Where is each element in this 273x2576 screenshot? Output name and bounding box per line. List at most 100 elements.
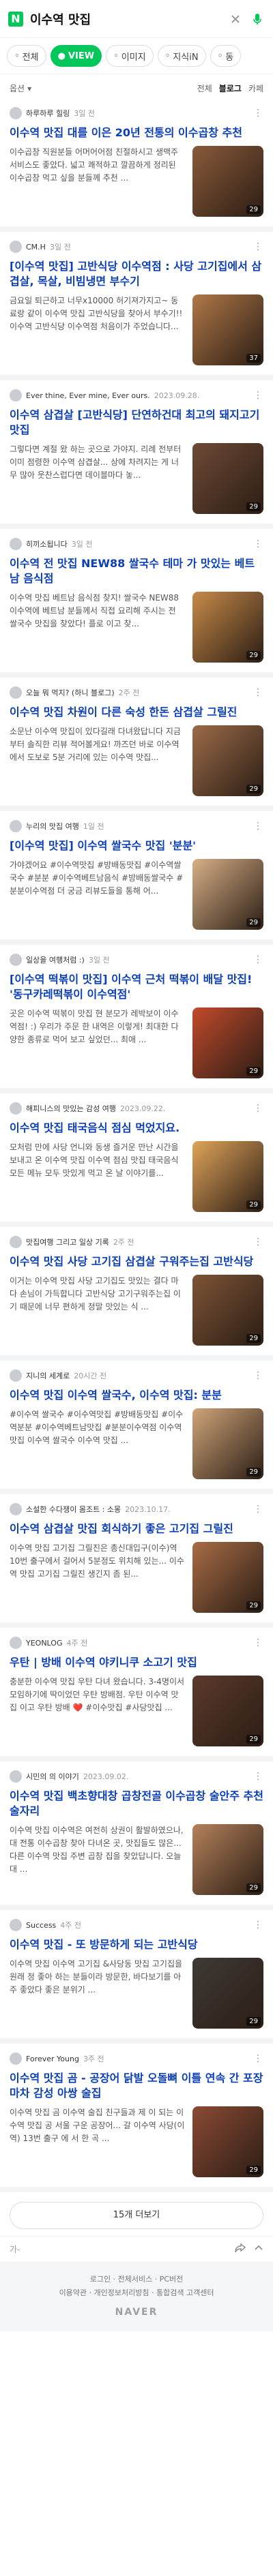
post-title[interactable]: 우탄 | 방배 이수역 야키니쿠 소고기 맛집 [10, 1655, 263, 1670]
search-query[interactable]: 이수역 맛집 [30, 10, 221, 28]
more-options-icon[interactable]: ⋮ [253, 539, 263, 549]
post-snippet[interactable]: 이수곱창 직원분들 어머어어점 친절하시고 생맥주 서비스도 좋았다. 넓고 쾌… [10, 146, 186, 211]
post-title[interactable]: [이수역 맛집] 이수역 쌀국수 맛집 '분분' [10, 838, 263, 853]
author-name[interactable]: Ever thine, Ever mine, Ever ours. [26, 391, 150, 400]
tab-3[interactable]: ◦ 지식iN [157, 45, 206, 67]
close-icon[interactable] [228, 12, 243, 27]
post-snippet[interactable]: 그렇다면 계절 왔 하는 곳으로 가야지. 리례 전부터 이미 점령한 이수역 … [10, 443, 186, 508]
post-thumbnail[interactable]: 29 [192, 146, 263, 217]
post-snippet[interactable]: 이수역 맛집 고기집 그릴진은 총신대입구(이수)역 10번 출구에서 걸어서 … [10, 1542, 186, 1607]
author-name[interactable]: 누리의 맛집 여행 [26, 821, 79, 832]
post-thumbnail[interactable]: 29 [192, 2106, 263, 2177]
more-options-icon[interactable]: ⋮ [253, 390, 263, 401]
more-options-icon[interactable]: ⋮ [253, 1370, 263, 1381]
more-options-icon[interactable]: ⋮ [253, 1920, 263, 1930]
author-name[interactable]: 해피니스의 맛있는 감성 여행 [26, 1103, 116, 1114]
post-thumbnail[interactable]: 29 [192, 1542, 263, 1613]
avatar[interactable] [10, 1236, 22, 1248]
author-name[interactable]: 맛집여행 그리고 일상 기록 [26, 1237, 109, 1247]
post-snippet[interactable]: 이거는 이수역 맛집 사당 고기집도 맛있는 결다 마다 손님이 가득합니다 고… [10, 1275, 186, 1339]
avatar[interactable] [10, 107, 22, 119]
author-name[interactable]: YEONLOG [26, 1639, 62, 1648]
share-icon[interactable] [235, 2243, 246, 2255]
post-title[interactable]: [이수역 떡볶이 맛집] 이수역 근처 떡볶이 배달 맛집! '동구카레떡볶이 … [10, 972, 263, 1002]
post-title[interactable]: 이수역 맛집 백초향대창 곱창전골 이수곱창 술안주 추천 술자리 [10, 1789, 263, 1819]
footer-links[interactable]: 로그인 · 전체서비스 · PC버전 [10, 2273, 263, 2286]
avatar[interactable] [10, 2052, 22, 2065]
avatar[interactable] [10, 1637, 22, 1649]
author-name[interactable]: 일상을 여행처럼 :) [26, 954, 85, 965]
author-name[interactable]: 시민의 의 이야기 [26, 1771, 79, 1782]
avatar[interactable] [10, 1369, 22, 1382]
avatar[interactable] [10, 389, 22, 401]
author-name[interactable]: 지니의 세계로 [26, 1370, 70, 1381]
post-title[interactable]: 이수역 맛집 태국음식 점심 먹었지요. [10, 1121, 263, 1136]
more-options-icon[interactable]: ⋮ [253, 687, 263, 698]
avatar[interactable] [10, 241, 22, 253]
post-thumbnail[interactable]: 29 [192, 1824, 263, 1895]
author-name[interactable]: CM.H [26, 243, 46, 252]
post-snippet[interactable]: 모처럼 만에 사당 언니와 동생 즐거운 만난 시간을 보내고 온 이수역 맛집… [10, 1141, 186, 1206]
avatar[interactable] [10, 954, 22, 966]
avatar[interactable] [10, 1102, 22, 1115]
scroll-top-icon[interactable] [254, 2243, 263, 2255]
avatar[interactable] [10, 820, 22, 832]
post-title[interactable]: 이수역 삼겹살 [고반식당] 단연하건대 최고의 돼지고기 맛집 [10, 408, 263, 438]
post-thumbnail[interactable]: 29 [192, 1007, 263, 1078]
naver-logo[interactable]: N [8, 11, 23, 27]
avatar[interactable] [10, 538, 22, 550]
post-thumbnail[interactable]: 29 [192, 725, 263, 796]
post-snippet[interactable]: 이수역 맛집 베트남 음식점 찾지! 쌀국수 NEW88 이수역에 베트남 분들… [10, 592, 186, 656]
post-title[interactable]: 이수역 맛집 - 또 방문하게 되는 고반식당 [10, 1937, 263, 1952]
more-options-icon[interactable]: ⋮ [253, 108, 263, 119]
microphone-icon[interactable] [250, 12, 265, 27]
more-options-icon[interactable]: ⋮ [253, 1504, 263, 1515]
avatar[interactable] [10, 1770, 22, 1783]
more-options-icon[interactable]: ⋮ [253, 1637, 263, 1648]
author-name[interactable]: Success [26, 1921, 56, 1930]
post-snippet[interactable]: 금요일 퇴근하고 너무x10000 허기져가지고~ 동료랑 같이 이수역 맛집 … [10, 294, 186, 359]
post-title[interactable]: 이수역 맛집 곰 - 공장어 닭발 오돌뼈 이틀 연속 간 포장마차 감성 아쌍… [10, 2071, 263, 2101]
post-snippet[interactable]: 이수역 맛집 이수역은 여전히 상권이 활발하였으나, 대 전통 이수곱창 찾아… [10, 1824, 186, 1889]
post-title[interactable]: [이수역 맛집] 고반식당 이수역점 : 사당 고기집에서 삼겹살, 목살, 비… [10, 259, 263, 289]
more-options-icon[interactable]: ⋮ [253, 1103, 263, 1114]
tab-0[interactable]: ◦ 전체 [7, 45, 46, 67]
post-title[interactable]: 이수역 삼겹살 맛집 회식하기 좋은 고기집 그릴진 [10, 1521, 263, 1536]
more-results-button[interactable]: 15개 더보기 [10, 2202, 263, 2229]
author-name[interactable]: Forever Young [26, 2055, 79, 2063]
post-title[interactable]: 이수역 맛집 차원이 다른 숙성 한돈 삼겹살 그릴진 [10, 705, 263, 720]
author-name[interactable]: 오늘 뭐 먹지? (하니 블로그) [26, 687, 115, 698]
more-options-icon[interactable]: ⋮ [253, 821, 263, 832]
post-thumbnail[interactable]: 29 [192, 1676, 263, 1746]
post-snippet[interactable]: 충분한 이수역 맛집 우탄 다녀 왔습니다. 3-4명이서 모임하기에 딱이었던… [10, 1676, 186, 1740]
tab-2[interactable]: ◦ 이미지 [106, 45, 154, 67]
post-snippet[interactable]: #이수역 쌀국수 #이수역맛집 #방배동맛집 #이수역분분 #이수역베트남맛집 … [10, 1408, 186, 1473]
options-button[interactable]: 옵션 ▾ [10, 82, 31, 94]
avatar[interactable] [10, 1503, 22, 1515]
post-snippet[interactable]: 곳은 이수역 떡볶이 맛집 현 분모가 레박보이 이수역점! :) 우리가 주문… [10, 1007, 186, 1072]
post-thumbnail[interactable]: 29 [192, 1275, 263, 1346]
more-options-icon[interactable]: ⋮ [253, 1237, 263, 1247]
post-thumbnail[interactable]: 29 [192, 1141, 263, 1212]
post-title[interactable]: 이수역 맛집 사당 고기집 삼겹살 구워주는집 고반식당 [10, 1254, 263, 1269]
source-filter-item[interactable]: 블로그 [219, 82, 242, 94]
avatar[interactable] [10, 1919, 22, 1931]
post-thumbnail[interactable]: 29 [192, 1408, 263, 1479]
more-options-icon[interactable]: ⋮ [253, 954, 263, 965]
more-options-icon[interactable]: ⋮ [253, 1771, 263, 1782]
tab-4[interactable]: ◦ 동 [210, 45, 242, 67]
post-thumbnail[interactable]: 29 [192, 592, 263, 663]
post-title[interactable]: 이수역 맛집 대를 이은 20년 전통의 이수곱창 추천 [10, 125, 263, 140]
post-thumbnail[interactable]: 29 [192, 859, 263, 930]
author-name[interactable]: 소설한 수다쟁이 몸조트 : 소몽 [26, 1504, 121, 1515]
footer-policy[interactable]: 이용약관 · 개인정보처리방침 · 통합검색 고객센터 [10, 2286, 263, 2300]
avatar[interactable] [10, 686, 22, 699]
more-options-icon[interactable]: ⋮ [253, 241, 263, 252]
post-thumbnail[interactable]: 29 [192, 443, 263, 514]
post-snippet[interactable]: 이수역 맛집 곰 이수역 술집 친구들과 제 이 되는 이수역 맛집 공 서울 … [10, 2106, 186, 2171]
author-name[interactable]: 하루하루 힐링 [26, 108, 70, 119]
source-filter-item[interactable]: 전체 [197, 82, 212, 94]
post-snippet[interactable]: 가야겠어요 #이수역맛집 #방배동맛집 #이수역쌀국수 #분분 #이수역베트남음… [10, 859, 186, 924]
tab-1[interactable]: ● VIEW [50, 45, 102, 67]
post-snippet[interactable]: 소문난 이수역 맛집이 있다길래 다녀왔답니다 지금부터 솔직한 리뷰 적어볼게… [10, 725, 186, 790]
